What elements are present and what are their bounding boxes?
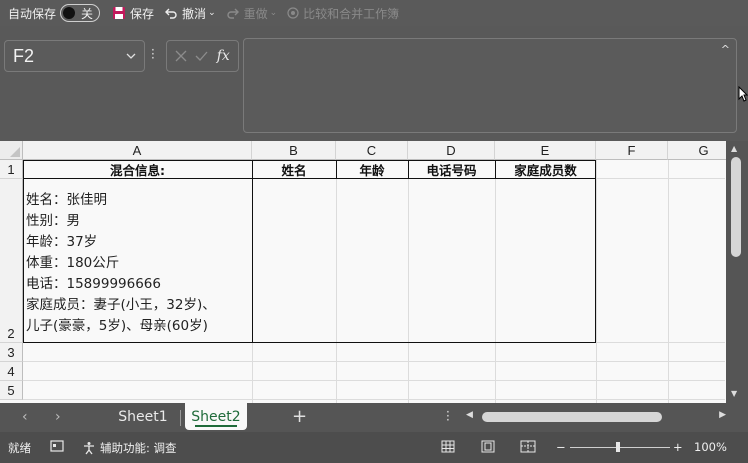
tab-sheet2-label: Sheet2 xyxy=(191,408,241,425)
compare-icon xyxy=(287,7,299,19)
row-header-3[interactable]: 3 xyxy=(0,343,23,362)
tab-separator xyxy=(180,410,181,426)
save-icon xyxy=(113,7,126,19)
mouse-cursor-icon xyxy=(738,86,748,102)
info-line: 儿子(豪豪，5岁)、母亲(60岁) xyxy=(26,318,208,334)
save-button[interactable]: 保存 xyxy=(112,5,154,22)
accessibility-label: 辅助功能: 调查 xyxy=(100,441,177,455)
gridline xyxy=(596,160,597,403)
next-sheet-icon[interactable]: › xyxy=(55,409,61,425)
zoom-slider-thumb[interactable] xyxy=(616,442,620,452)
more-options-icon[interactable]: · · · xyxy=(151,44,155,64)
page-layout-button[interactable] xyxy=(481,440,495,453)
row-header-2[interactable]: 2 xyxy=(0,179,23,343)
insert-function-icon[interactable]: fx xyxy=(217,48,230,64)
zoom-level[interactable]: 100% xyxy=(694,440,727,454)
column-header-b[interactable]: B xyxy=(252,141,336,160)
prev-sheet-icon[interactable]: ‹ xyxy=(22,409,28,425)
compare-merge-button[interactable]: 比较和合并工作簿 xyxy=(287,5,399,22)
info-line: 姓名：张佳明 xyxy=(26,192,107,208)
tab-sheet1[interactable]: Sheet1 xyxy=(112,405,174,429)
redo-icon xyxy=(226,8,239,19)
cell-b1[interactable]: 姓名 xyxy=(252,160,336,179)
save-label: 保存 xyxy=(130,6,155,21)
autosave-label: 自动保存 xyxy=(8,6,57,21)
normal-view-button[interactable] xyxy=(441,440,455,453)
horizontal-scroll-thumb[interactable] xyxy=(482,412,662,422)
tab-split-handle-icon[interactable]: · · · xyxy=(446,406,450,426)
column-header-e[interactable]: E xyxy=(495,141,596,160)
formula-buttons: fx xyxy=(166,40,239,72)
add-sheet-button[interactable]: + xyxy=(292,406,307,427)
compare-label: 比较和合并工作簿 xyxy=(303,6,400,21)
cancel-icon[interactable] xyxy=(175,50,187,62)
zoom-slider[interactable] xyxy=(570,447,670,448)
name-box-value: F2 xyxy=(13,45,35,66)
cell-c1[interactable]: 年龄 xyxy=(336,160,408,179)
cell-e1[interactable]: 家庭成员数 xyxy=(495,160,596,179)
gridline xyxy=(23,380,725,381)
gridline xyxy=(23,361,725,362)
scroll-left-icon[interactable]: ◀ xyxy=(466,410,473,420)
row-header-1[interactable]: 1 xyxy=(0,160,23,179)
column-header-f[interactable]: F xyxy=(596,141,668,160)
cell-a2[interactable]: 姓名：张佳明 性别：男 年龄：37岁 体重：180公斤 电话：158999966… xyxy=(26,190,216,337)
info-line: 家庭成员：妻子(小王，32岁)、 xyxy=(26,297,216,313)
formula-input[interactable]: ^ xyxy=(243,38,737,133)
grid-view-icon xyxy=(441,440,455,453)
redo-label: 重做 xyxy=(243,6,268,21)
cell-a1[interactable]: 混合信息: xyxy=(23,160,252,179)
quick-access-toolbar: 自动保存 关 保存 撤消 ⌄ 重做 ⌄ 比较和合并工作簿 xyxy=(0,0,748,26)
tab-sheet2[interactable]: Sheet2 xyxy=(185,403,247,430)
scroll-right-icon[interactable]: ▶ xyxy=(719,410,726,420)
formula-bar-area: F2 · · · fx ^ xyxy=(0,26,748,141)
name-box[interactable]: F2 xyxy=(4,40,145,72)
horizontal-scrollbar[interactable]: ◀ ▶ xyxy=(464,410,728,424)
column-header-d[interactable]: D xyxy=(408,141,495,160)
select-all-corner[interactable] xyxy=(0,141,23,160)
active-tab-underline xyxy=(195,425,237,427)
zoom-out-button[interactable]: − xyxy=(556,440,566,454)
undo-icon xyxy=(165,8,177,19)
gridline xyxy=(23,399,725,400)
info-line: 年龄：37岁 xyxy=(26,234,98,250)
zoom-in-button[interactable]: + xyxy=(673,440,683,454)
page-break-preview-button[interactable] xyxy=(520,440,536,453)
accessibility-button[interactable]: 辅助功能: 调查 xyxy=(82,440,177,456)
column-header-a[interactable]: A xyxy=(23,141,252,160)
accessibility-icon xyxy=(84,442,94,455)
row-header-5[interactable]: 5 xyxy=(0,381,23,400)
info-line: 体重：180公斤 xyxy=(26,255,120,271)
status-bar: 就绪 辅助功能: 调查 − + 100% xyxy=(0,432,748,463)
vertical-scrollbar[interactable]: ▲ ▼ xyxy=(726,141,748,403)
enter-check-icon[interactable] xyxy=(195,50,208,62)
undo-label: 撤消 xyxy=(182,6,207,21)
page-layout-icon xyxy=(481,440,495,453)
gridline xyxy=(668,160,669,403)
autosave-toggle[interactable]: 关 xyxy=(60,4,101,22)
cell-d1[interactable]: 电话号码 xyxy=(408,160,495,179)
info-line: 电话：15899996666 xyxy=(26,276,161,292)
undo-dropdown-icon[interactable]: ⌄ xyxy=(208,8,216,18)
chevron-down-icon[interactable] xyxy=(126,53,136,59)
worksheet-grid[interactable]: A B C D E F G 1 2 3 4 5 混合信息: 姓名 年龄 电话号码… xyxy=(0,141,748,403)
undo-button[interactable]: 撤消 ⌄ xyxy=(164,5,216,22)
scroll-down-icon[interactable]: ▼ xyxy=(731,389,737,398)
vertical-scroll-thumb[interactable] xyxy=(731,157,741,257)
row-header-4[interactable]: 4 xyxy=(0,362,23,381)
redo-button[interactable]: 重做 ⌄ xyxy=(226,5,278,22)
macro-record-icon[interactable] xyxy=(50,440,64,452)
autosave-state: 关 xyxy=(81,6,94,21)
scroll-up-icon[interactable]: ▲ xyxy=(731,144,737,153)
sheet-tab-bar: ‹ › Sheet1 Sheet2 + · · · ◀ ▶ xyxy=(0,403,748,432)
ready-status: 就绪 xyxy=(8,441,31,455)
info-line: 性别：男 xyxy=(26,213,80,229)
page-break-icon xyxy=(520,440,536,453)
redo-dropdown-icon[interactable]: ⌄ xyxy=(270,8,278,18)
toggle-knob xyxy=(63,7,76,19)
collapse-formula-bar-icon[interactable]: ^ xyxy=(721,43,730,56)
column-header-c[interactable]: C xyxy=(336,141,408,160)
table-col-border xyxy=(252,160,253,343)
